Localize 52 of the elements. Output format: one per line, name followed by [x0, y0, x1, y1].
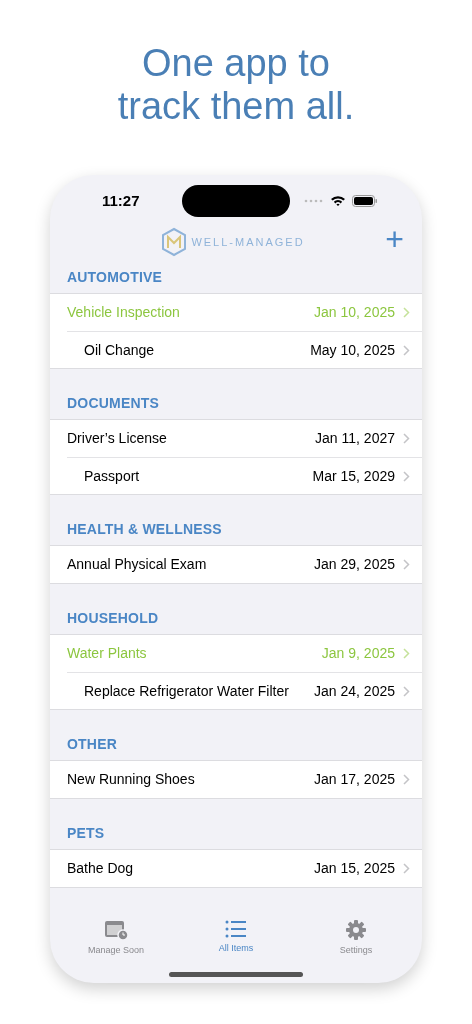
item-name: Replace Refrigerator Water Filter — [84, 681, 290, 701]
section-header: AUTOMOTIVE — [66, 268, 164, 287]
list-icon — [225, 920, 247, 938]
chevron-icon — [403, 470, 410, 482]
list-row[interactable]: Bathe Dog Jan 15, 2025 — [50, 850, 422, 887]
logo-icon — [161, 227, 188, 257]
item-date: May 10, 2025 — [310, 340, 395, 360]
logo-text: WELL-MANAGED — [191, 234, 305, 250]
chevron-icon — [403, 685, 410, 697]
item-date: Mar 15, 2029 — [312, 466, 395, 486]
headline: track them all. — [117, 85, 355, 128]
item-name: Bathe Dog — [67, 859, 135, 878]
section-header: OTHER — [66, 735, 118, 754]
section-header: DOCUMENTS — [66, 394, 161, 413]
item-date: Jan 9, 2025 — [321, 644, 395, 663]
item-name: New Running Shoes — [67, 770, 196, 789]
item-date: Jan 17, 2025 — [314, 770, 395, 789]
chevron-icon — [403, 307, 410, 318]
chevron-icon — [403, 774, 410, 785]
list-row[interactable]: Replace Refrigerator Water Filter Jan 24, 2025 — [67, 672, 422, 709]
item-date: Jan 15, 2025 — [314, 859, 395, 878]
chevron-icon — [403, 559, 410, 570]
list-row[interactable]: Passport Mar 15, 2029 — [67, 457, 422, 494]
item-date: Jan 29, 2025 — [314, 555, 395, 574]
list-row[interactable]: New Running Shoes Jan 17, 2025 — [50, 761, 422, 798]
chevron-icon — [403, 863, 410, 874]
chevron-icon — [403, 648, 410, 659]
item-name: Oil Change — [84, 340, 156, 360]
wifi-icon — [330, 195, 346, 207]
settings-icon — [346, 920, 366, 940]
item-date: Jan 11, 2027 — [315, 429, 395, 448]
chevron-icon — [403, 433, 410, 444]
item-date: Jan 10, 2025 — [314, 303, 395, 322]
item-name: Water Plants — [67, 644, 148, 663]
item-name: Vehicle Inspection — [67, 303, 181, 322]
section-header: HOUSEHOLD — [66, 609, 160, 628]
item-name: Passport — [84, 466, 141, 486]
list-row[interactable]: Oil Change May 10, 2025 — [67, 331, 422, 368]
item-name: Driver’s License — [67, 429, 168, 448]
section-header: HEALTH & WELLNESS — [66, 520, 223, 539]
status-time: 11:27 — [102, 190, 140, 211]
item-name: Annual Physical Exam — [67, 555, 208, 574]
signal-icon — [304, 199, 324, 203]
calendar-icon — [104, 920, 128, 940]
headline: One app to — [141, 42, 330, 85]
tab[interactable]: All Items — [196, 920, 276, 958]
battery-icon — [352, 195, 378, 207]
list-row[interactable]: Driver’s License Jan 11, 2027 — [50, 420, 422, 457]
chevron-icon — [403, 344, 410, 356]
section-header: PETS — [66, 824, 106, 843]
item-date: Jan 24, 2025 — [314, 681, 395, 701]
list-row[interactable]: Annual Physical Exam Jan 29, 2025 — [50, 546, 422, 583]
